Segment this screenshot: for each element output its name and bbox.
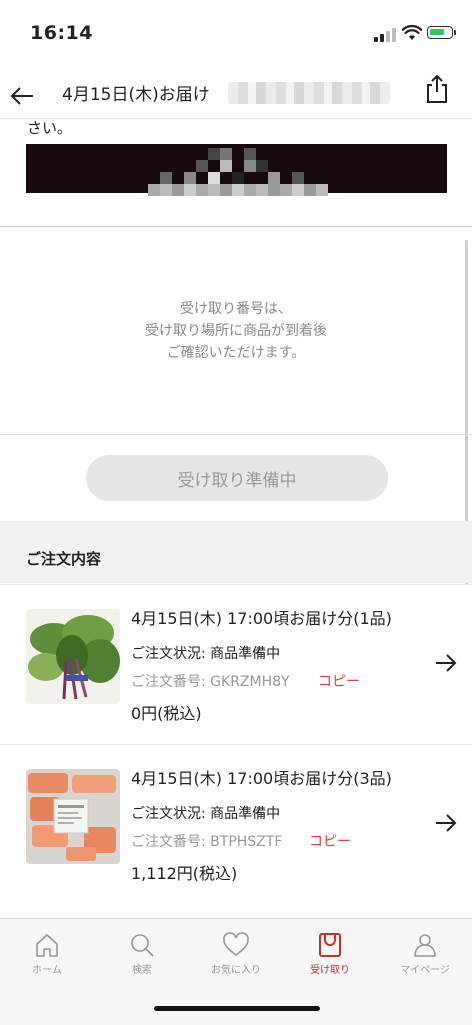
share-icon[interactable] [424, 74, 450, 104]
order-price: 1,112円(税込) [131, 864, 238, 883]
tab-mypage[interactable]: マイページ [380, 931, 470, 976]
search-icon [131, 934, 154, 957]
order-title: 4月15日(木) 17:00頃お届け分(3品) [131, 769, 392, 788]
partial-text: さい。 [27, 119, 73, 137]
product-thumbnail-vegetables [26, 609, 120, 704]
page-title: 4月15日(木)お届け [62, 85, 210, 105]
tab-favorites[interactable]: お気に入り [191, 931, 281, 976]
pickup-info-text: 受け取り番号は、 受け取り場所に商品が到着後 ご確認いただけます。 [0, 298, 472, 364]
tab-label: お気に入り [211, 965, 261, 976]
home-indicator[interactable] [154, 1006, 320, 1011]
section-divider [0, 434, 472, 435]
signal-icon [374, 28, 396, 42]
pickup-info-line: ご確認いただけます。 [166, 345, 306, 361]
order-title: 4月15日(木) 17:00頃お届け分(1品) [131, 609, 392, 628]
person-icon [414, 934, 436, 957]
order-number: ご注文番号: GKRZMH8Y [131, 674, 290, 690]
tab-search[interactable]: 検索 [97, 931, 187, 976]
home-icon [36, 934, 58, 957]
tab-label: マイページ [400, 965, 450, 976]
tab-pickup[interactable]: 受け取り [285, 931, 375, 976]
arrow-right-icon[interactable] [434, 813, 458, 833]
heart-icon [223, 932, 249, 957]
wifi-icon [402, 25, 422, 40]
copy-order-number-link[interactable]: コピー [309, 831, 351, 851]
pickup-status-button[interactable]: 受け取り準備中 [86, 455, 388, 501]
pickup-info-line: 受け取り番号は、 [180, 301, 292, 317]
battery-tip [454, 30, 456, 35]
order-status: ご注文状況: 商品準備中 [131, 806, 281, 822]
tab-label: ホーム [32, 965, 62, 976]
battery-icon [427, 26, 453, 39]
order-row[interactable]: 4月15日(木) 17:00頃お届け分(3品) ご注文状況: 商品準備中 ご注文… [0, 744, 472, 905]
back-arrow-icon[interactable] [8, 84, 36, 108]
copy-order-number-link[interactable]: コピー [318, 671, 360, 691]
section-divider [0, 226, 472, 227]
order-row[interactable]: 4月15日(木) 17:00頃お届け分(1品) ご注文状況: 商品準備中 ご注文… [0, 584, 472, 745]
arrow-right-icon[interactable] [434, 653, 458, 673]
order-price: 0円(税込) [131, 704, 202, 723]
product-thumbnail-salmon [26, 769, 120, 864]
tab-home[interactable]: ホーム [2, 931, 92, 976]
tab-label: 検索 [132, 965, 152, 976]
order-status: ご注文状況: 商品準備中 [131, 646, 281, 662]
status-time: 16:14 [30, 22, 93, 44]
tab-label: 受け取り [310, 965, 350, 976]
order-number: ご注文番号: BTPHSZTF [131, 834, 283, 850]
order-section-title: ご注文内容 [26, 550, 102, 568]
redacted-header-text [228, 82, 390, 104]
bag-icon [319, 933, 341, 957]
pixelated-redaction [148, 148, 328, 198]
pickup-info-line: 受け取り場所に商品が到着後 [145, 323, 327, 339]
